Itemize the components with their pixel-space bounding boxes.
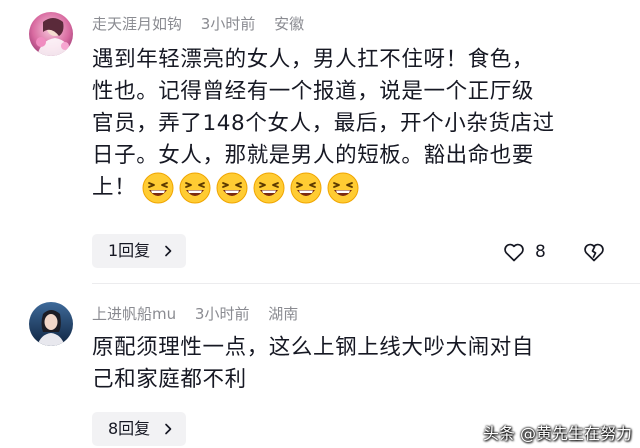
comment-meta: 走天涯月如钩 3小时前 安徽 [92,14,318,34]
watermark: 头条 @黄先生在努力 [482,424,632,443]
avatar[interactable] [29,302,73,346]
reply-count-label: 1回复 [108,241,151,260]
chevron-right-icon [165,245,172,257]
laughing-face-icon [290,172,322,204]
comment-text: 原配须理性一点，这么上钢上线大吵大闹对自 己和家庭都不利 [92,332,612,396]
broken-heart-icon[interactable] [582,240,606,264]
laughing-face-icon [179,172,211,204]
view-replies-button[interactable]: 8回复 [92,412,186,446]
comment-meta: 上进帆船mu 3小时前 湖南 [92,304,312,324]
heart-icon[interactable] [502,240,526,264]
chevron-right-icon [165,423,172,435]
timestamp: 3小时前 [200,15,256,33]
comment-line: 己和家庭都不利 [92,367,247,392]
comment-text: 遇到年轻漂亮的女人，男人扛不住呀！食色， 性也。记得曾经有一个报道，说是一个正厅… [92,44,612,204]
username[interactable]: 走天涯月如钩 [92,15,182,33]
location: 安徽 [274,15,305,33]
comment-line: 遇到年轻漂亮的女人，男人扛不住呀！食色， [92,47,535,72]
emoji-row [142,172,364,204]
like-count: 8 [535,242,546,262]
timestamp: 3小时前 [194,305,250,323]
comment-line: 上！ [92,175,137,200]
comment-line: 原配须理性一点，这么上钢上线大吵大闹对自 [92,335,535,360]
laughing-face-icon [142,172,174,204]
reply-count-label: 8回复 [108,419,151,438]
comment-line: 性也。记得曾经有一个报道，说是一个正厅级 [92,79,535,104]
comment-line: 日子。女人，那就是男人的短板。豁出命也要 [92,143,535,168]
comment-divider [92,283,640,284]
comment-line-last: 上！ [92,172,612,204]
view-replies-button[interactable]: 1回复 [92,234,186,268]
laughing-face-icon [327,172,359,204]
avatar[interactable] [29,12,73,56]
username[interactable]: 上进帆船mu [92,305,176,323]
laughing-face-icon [216,172,248,204]
laughing-face-icon [253,172,285,204]
location: 湖南 [268,305,299,323]
comment-line: 官员，弄了148个女人，最后，开个小杂货店过 [92,111,555,136]
